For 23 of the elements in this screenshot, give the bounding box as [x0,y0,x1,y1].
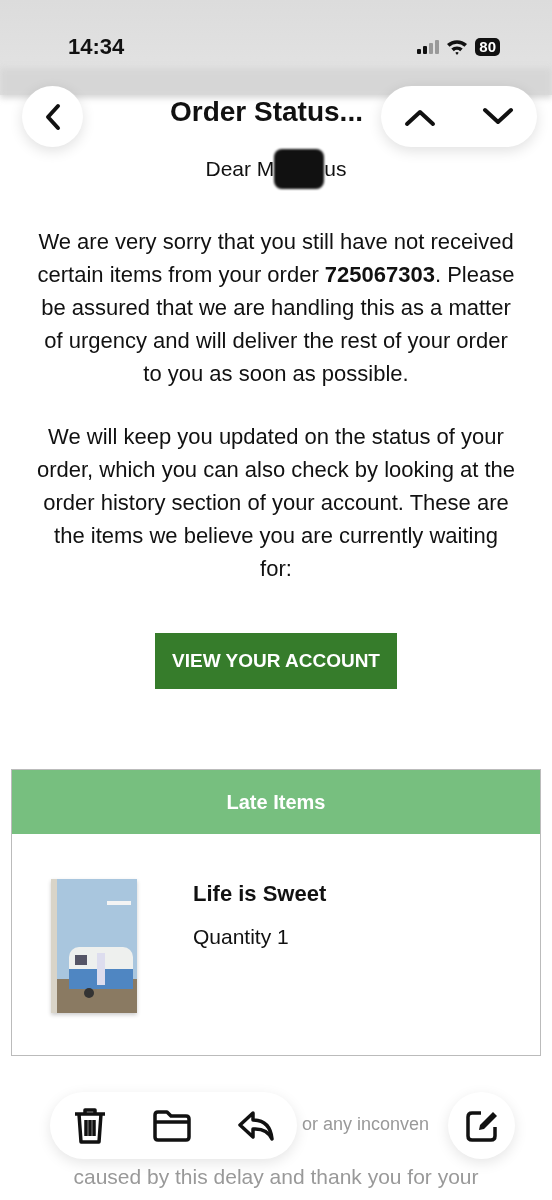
trash-icon[interactable] [72,1106,107,1145]
view-account-button[interactable]: VIEW YOUR ACCOUNT [155,633,397,689]
footer-text: or any inconven [302,1114,430,1135]
paragraph: We will keep you updated on the status of your order, which you can also check by looking at the order history section of your account. These are the items we believe you are currently waiting for: [35,423,517,583]
chevron-left-icon [43,102,62,131]
back-button[interactable] [22,86,83,147]
wifi-icon [446,39,469,55]
paragraph: We are very sorry that you still have not received certain items from your order 725067303. Please be assured that we are handling this as a matter of urgency and will deliver the rest of your order to you as soon as possible. [36,228,516,388]
battery-level: 80 [475,38,500,56]
greeting-end: us [324,157,347,181]
reply-icon[interactable] [236,1109,275,1142]
folder-icon[interactable] [151,1109,192,1142]
item-quantity: Quantity 1 [193,925,290,949]
chevron-down-icon[interactable] [482,106,514,127]
footer-text: caused by this delay and thank you for your [72,1165,480,1189]
header-title: Order Status... [170,96,363,128]
compose-icon [464,1108,499,1143]
greeting: Dear M [205,157,275,181]
signal-icon [417,40,440,54]
item-title: Life is Sweet [193,881,327,907]
status-time: 14:34 [68,34,125,60]
redaction-mark [274,149,325,189]
late-items-header: Late Items [12,770,540,834]
